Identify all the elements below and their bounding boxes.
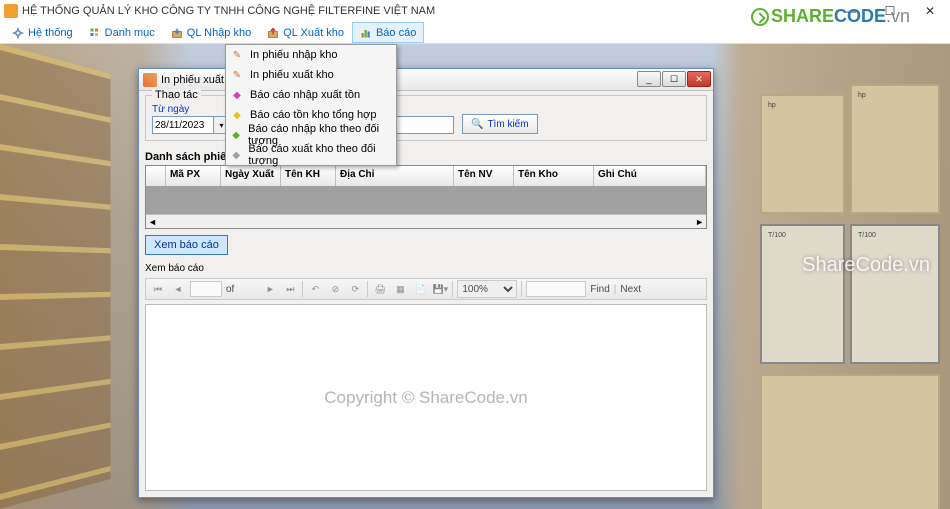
page-number-input[interactable] [190,281,222,297]
data-grid[interactable]: Mã PX Ngày Xuất Tên KH Địa Chỉ Tên NV Tê… [145,165,707,229]
dropdown-bc-nhap-doi-tuong[interactable]: ◆ Báo cáo nhập kho theo đối tượng [226,125,396,145]
dropdown-in-phieu-nhap[interactable]: ✎ In phiếu nhập kho [226,45,396,65]
grid-header: Mã PX Ngày Xuất Tên KH Địa Chỉ Tên NV Tê… [146,166,706,186]
child-close-button[interactable]: ✕ [687,71,711,87]
grid-scrollbar[interactable]: ◄► [146,214,706,228]
chart-icon [360,27,372,39]
watermark-side: ShareCode.vn [802,254,930,277]
child-minimize-button[interactable]: _ [637,71,661,87]
report-viewer: Copyright © ShareCode.vn [145,304,707,491]
close-button[interactable]: ✕ [910,0,950,22]
search-button[interactable]: Tìm kiếm [462,114,538,134]
from-date-label: Từ ngày [152,104,230,115]
refresh-button[interactable]: ⟳ [347,281,363,297]
dropdown-bc-nhap-xuat-ton[interactable]: ◆ Báo cáo nhập xuất tồn [226,85,396,105]
col-ghi-chu[interactable]: Ghi Chú [594,166,706,186]
next-page-button[interactable]: ► [262,281,278,297]
next-label[interactable]: Next [620,284,641,295]
tag-icon: ◆ [230,108,244,122]
of-label: of [226,284,234,295]
pencil-icon: ✎ [230,48,244,62]
form-icon [143,73,157,87]
menu-bao-cao[interactable]: Báo cáo [352,22,424,43]
child-maximize-button[interactable]: ☐ [662,71,686,87]
menu-ql-xuat-kho[interactable]: QL Xuất kho [259,22,352,43]
group-title: Thao tác [152,89,201,101]
col-ngay-xuat[interactable]: Ngày Xuất [221,166,281,186]
tag-icon: ◆ [230,128,242,142]
zoom-select[interactable]: 100% [457,280,517,298]
report-area-label: Xem báo cáo [145,263,707,274]
sharecode-logo: SHARECODE.vn [751,6,910,27]
row-header-corner [146,166,166,186]
first-page-button[interactable]: ⏮ [150,281,166,297]
last-page-button[interactable]: ⏭ [282,281,298,297]
back-button[interactable]: ↶ [307,281,323,297]
from-date-input[interactable] [152,116,214,134]
dropdown-bc-xuat-doi-tuong[interactable]: ◆ Báo cáo xuất kho theo đối tượng [226,145,396,165]
stop-button[interactable]: ⊘ [327,281,343,297]
find-input[interactable] [526,281,586,297]
logo-icon [751,8,769,26]
print-layout-button[interactable]: ▦ [392,281,408,297]
menu-danh-muc[interactable]: Danh mục [81,22,163,43]
col-ten-kho[interactable]: Tên Kho [514,166,594,186]
dropdown-in-phieu-xuat[interactable]: ✎ In phiếu xuất kho [226,65,396,85]
list-icon [89,27,101,39]
report-toolbar: ⏮ ◄ of ► ⏭ ↶ ⊘ ⟳ 🖨 ▦ 📄 💾▾ 100% Find | Ne… [145,278,707,300]
page-setup-button[interactable]: 📄 [412,281,428,297]
import-icon [171,27,183,39]
tag-icon: ◆ [230,148,242,162]
find-label[interactable]: Find [590,284,609,295]
tag-icon: ◆ [230,88,244,102]
prev-page-button[interactable]: ◄ [170,281,186,297]
bao-cao-dropdown: ✎ In phiếu nhập kho ✎ In phiếu xuất kho … [225,44,397,166]
app-icon [4,4,18,18]
mdi-workspace: hp hp T/100 T/100 ShareCode.vn In phiếu … [0,44,950,509]
gear-icon [12,27,24,39]
export-icon [267,27,279,39]
dropdown-bc-ton-kho[interactable]: ◆ Báo cáo tồn kho tổng hợp [226,105,396,125]
col-ma-px[interactable]: Mã PX [166,166,221,186]
pencil-icon: ✎ [230,68,244,82]
app-title: HỆ THỐNG QUẢN LÝ KHO CÔNG TY TNHH CÔNG N… [22,5,435,17]
col-dia-chi[interactable]: Địa Chỉ [336,166,454,186]
print-button[interactable]: 🖨 [372,281,388,297]
watermark-center: Copyright © ShareCode.vn [146,305,706,490]
menu-ql-nhap-kho[interactable]: QL Nhập kho [163,22,259,43]
export-button[interactable]: 💾▾ [432,281,448,297]
col-ten-kh[interactable]: Tên KH [281,166,336,186]
view-report-button[interactable]: Xem báo cáo [145,235,228,255]
menu-he-thong[interactable]: Hệ thống [4,22,81,43]
col-ten-nv[interactable]: Tên NV [454,166,514,186]
